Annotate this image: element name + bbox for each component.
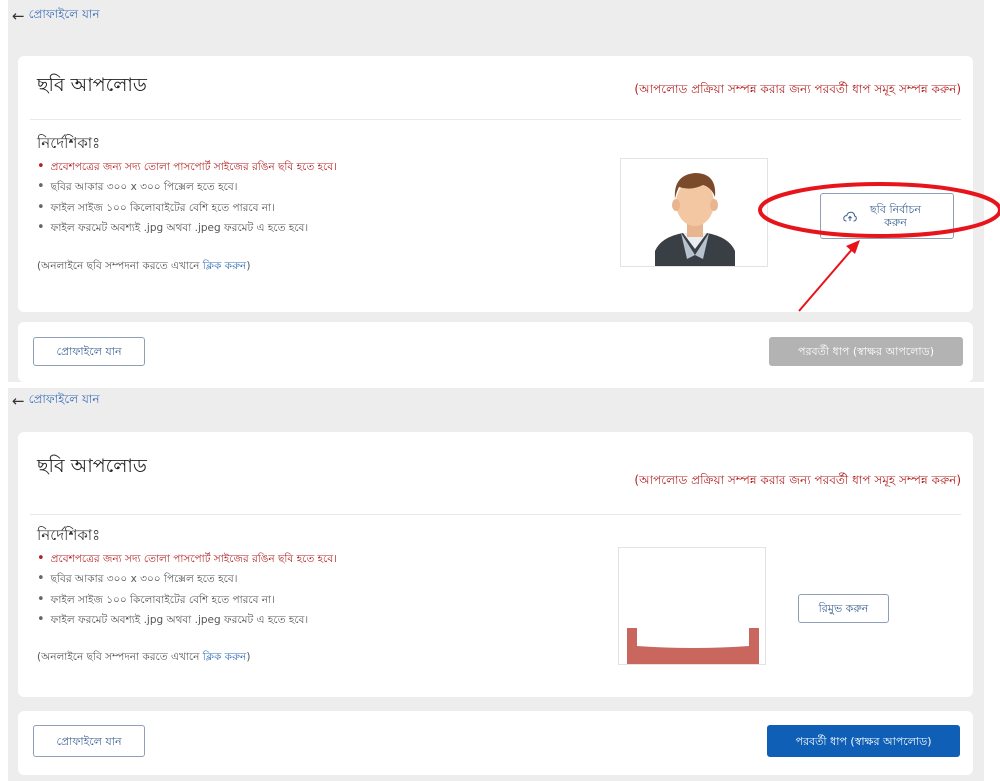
- next-step-button[interactable]: পরবর্তী ধাপ (স্বাক্ষর আপলোড): [767, 725, 960, 757]
- photo-preview: [620, 158, 768, 267]
- guideline-item: • ফাইল সাইজ ১০০ কিলোবাইটের বেশি হতে পারবে…: [37, 590, 337, 610]
- guidelines-heading: নির্দেশিকাঃ: [37, 526, 101, 544]
- card-title: ছবি আপলোড: [37, 455, 147, 477]
- guidelines-list: • প্রবেশপত্রের জন্য সদ্য তোলা পাসপোর্ট সা…: [37, 157, 337, 238]
- back-to-profile-link[interactable]: ← প্রোফাইলে যান: [12, 6, 100, 26]
- guideline-item: • ফাইল সাইজ ১০০ কিলোবাইটের বেশি হতে পারবে…: [37, 198, 337, 218]
- guideline-item: • ফাইল ফরমেট অবশ্যই .jpg অথবা .jpeg ফরমেট…: [37, 218, 337, 238]
- back-to-profile-link[interactable]: ← প্রোফাইলে যান: [12, 391, 100, 411]
- bullet-icon: •: [37, 159, 45, 174]
- photo-upload-card: ছবি আপলোড (আপলোড প্রক্রিয়া সম্পন্ন করার…: [18, 56, 973, 312]
- actions-footer: প্রোফাইলে যান পরবর্তী ধাপ (স্বাক্ষর আপলো…: [18, 711, 973, 775]
- person-avatar-icon: [655, 173, 735, 266]
- uploaded-photo-preview: [618, 547, 766, 665]
- guideline-item: • ছবির আকার ৩০০ x ৩০০ পিক্সেল হতে হবে।: [37, 177, 337, 197]
- actions-footer: প্রোফাইলে যান পরবর্তী ধাপ (স্বাক্ষর আপলো…: [18, 322, 973, 382]
- card-note: (আপলোড প্রক্রিয়া সম্পন্ন করার জন্য পরবর…: [634, 82, 961, 96]
- remove-photo-button[interactable]: রিমুভ করুন: [798, 594, 889, 623]
- online-edit-line: (অনলাইনে ছবি সম্পদনা করতে এখানে ক্লিক কর…: [37, 651, 251, 663]
- arrow-left-icon: ←: [12, 392, 25, 410]
- profile-button[interactable]: প্রোফাইলে যান: [33, 725, 145, 757]
- online-edit-link[interactable]: ক্লিক করুন: [203, 260, 247, 272]
- card-note: (আপলোড প্রক্রিয়া সম্পন্ন করার জন্য পরবর…: [634, 473, 961, 487]
- bullet-icon: •: [37, 199, 45, 215]
- bullet-icon: •: [37, 551, 45, 566]
- next-step-button[interactable]: পরবর্তী ধাপ (স্বাক্ষর আপলোড): [769, 337, 963, 366]
- bullet-icon: •: [37, 179, 45, 195]
- card-divider: [30, 514, 961, 515]
- guideline-item: • ফাইল ফরমেট অবশ্যই .jpg অথবা .jpeg ফরমেট…: [37, 610, 337, 630]
- guidelines-heading: নির্দেশিকাঃ: [37, 134, 101, 152]
- card-divider: [30, 119, 961, 120]
- top-screenshot-panel: ← প্রোফাইলে যান ছবি আপলোড (আপলোড প্রক্রি…: [8, 0, 984, 382]
- photo-upload-card: ছবি আপলোড (আপলোড প্রক্রিয়া সম্পন্ন করার…: [18, 432, 973, 697]
- select-photo-button[interactable]: ছবি নির্বাচন করুন: [820, 193, 954, 239]
- profile-button[interactable]: প্রোফাইলে যান: [33, 337, 145, 366]
- back-link-label: প্রোফাইলে যান: [28, 7, 100, 21]
- cloud-upload-icon: [842, 211, 857, 221]
- online-edit-line: (অনলাইনে ছবি সম্পদনা করতে এখানে ক্লিক কর…: [37, 260, 251, 272]
- bullet-icon: •: [37, 219, 45, 235]
- bottom-screenshot-panel: ← প্রোফাইলে যান ছবি আপলোড (আপলোড প্রক্রি…: [8, 388, 984, 781]
- online-edit-link[interactable]: ক্লিক করুন: [203, 651, 247, 663]
- card-title: ছবি আপলোড: [37, 74, 147, 96]
- bullet-icon: •: [37, 611, 45, 627]
- guideline-item: • ছবির আকার ৩০০ x ৩০০ পিক্সেল হতে হবে।: [37, 569, 337, 589]
- guideline-item: • প্রবেশপত্রের জন্য সদ্য তোলা পাসপোর্ট সা…: [37, 549, 337, 569]
- select-photo-label: ছবি নির্বাচন করুন: [870, 203, 921, 229]
- back-link-label: প্রোফাইলে যান: [28, 392, 100, 406]
- bullet-icon: •: [37, 591, 45, 607]
- guidelines-list: • প্রবেশপত্রের জন্য সদ্য তোলা পাসপোর্ট সা…: [37, 549, 337, 630]
- bullet-icon: •: [37, 571, 45, 587]
- arrow-left-icon: ←: [12, 7, 25, 25]
- guideline-item: • প্রবেশপত্রের জন্য সদ্য তোলা পাসপোর্ট সা…: [37, 157, 337, 177]
- uploaded-photo-image: [619, 548, 765, 664]
